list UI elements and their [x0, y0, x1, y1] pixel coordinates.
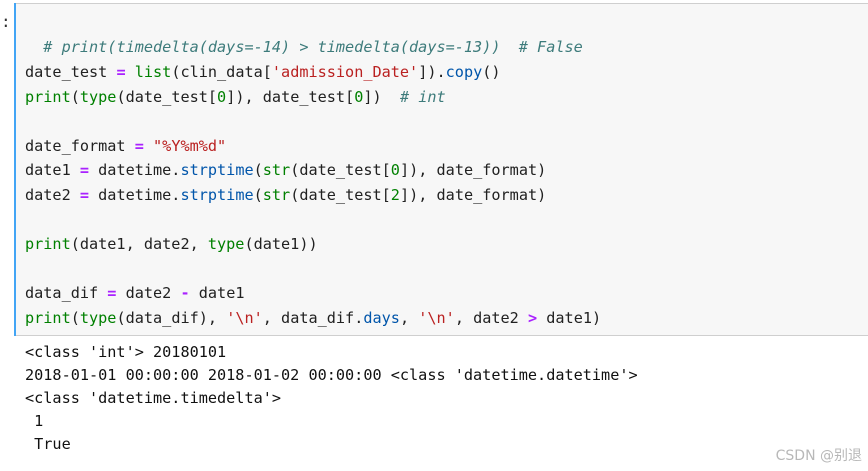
- assign-operator: =: [125, 137, 154, 155]
- greater-than-operator: >: [527, 309, 538, 327]
- string-literal: "%Y%m%d": [153, 137, 227, 155]
- assign-operator: =: [98, 284, 126, 302]
- assign-operator: =: [70, 186, 99, 204]
- code-text: (data_dif),: [116, 309, 227, 327]
- watermark: CSDN @别退: [775, 448, 862, 464]
- output-line: <class 'datetime.timedelta'>: [25, 389, 282, 407]
- cell-output: <class 'int'> 20180101 2018-01-01 00:00:…: [25, 341, 638, 456]
- builtin-str: str: [262, 161, 291, 179]
- code-text: ]).: [418, 63, 446, 81]
- code-text: ]), date_test[: [226, 88, 355, 106]
- method-strptime: strptime: [180, 161, 254, 179]
- string-literal: 'admission_Date': [271, 63, 419, 81]
- builtin-print: print: [25, 309, 71, 327]
- number-literal: 2: [390, 186, 400, 204]
- code-text: (): [482, 63, 501, 81]
- code-text: (date1)): [244, 235, 318, 253]
- builtin-str: str: [262, 186, 291, 204]
- code-line-7: date1 = datetime.strptime(str(date_test[…: [25, 158, 546, 182]
- builtin-type: type: [207, 235, 245, 253]
- builtin-list: list: [134, 63, 172, 81]
- code-text: (date_test[: [290, 161, 391, 179]
- code-text: date1): [537, 309, 602, 327]
- code-line-12: data_dif = date2 - date1: [25, 281, 245, 305]
- code-text: datetime.: [98, 161, 181, 179]
- variable: date_test: [25, 63, 108, 81]
- code-text: (clin_data[: [171, 63, 272, 81]
- code-line-8: date2 = datetime.strptime(str(date_test[…: [25, 183, 546, 207]
- output-line: 2018-01-01 00:00:00 2018-01-02 00:00:00 …: [25, 366, 638, 384]
- code-line-10: print(date1, date2, type(date1)): [25, 232, 318, 256]
- code-line-1: # print(timedelta(days=-14) > timedelta(…: [25, 11, 582, 56]
- string-literal: '\n': [226, 309, 263, 327]
- method-strptime: strptime: [180, 186, 254, 204]
- code-text: , date2: [454, 309, 528, 327]
- cell-prompt: :: [1, 12, 11, 31]
- method-copy: copy: [445, 63, 483, 81]
- code-line-4: print(type(date_test[0]), date_test[0]) …: [25, 85, 446, 109]
- output-line: <class 'int'> 20180101: [25, 343, 227, 361]
- code-text: (: [70, 309, 80, 327]
- string-literal: '\n': [418, 309, 455, 327]
- code-text: ,: [399, 309, 419, 327]
- number-literal: 0: [390, 161, 400, 179]
- builtin-type: type: [79, 309, 117, 327]
- code-line-13: print(type(data_dif), '\n', data_dif.day…: [25, 306, 601, 330]
- code-text: , data_dif.: [262, 309, 364, 327]
- builtin-type: type: [79, 88, 117, 106]
- builtin-print: print: [25, 235, 71, 253]
- code-line-6: date_format = "%Y%m%d": [25, 134, 226, 158]
- assign-operator: =: [70, 161, 99, 179]
- code-text: ]), date_format): [399, 161, 547, 179]
- output-line: 1: [25, 412, 44, 430]
- number-literal: 0: [354, 88, 364, 106]
- minus-operator: -: [180, 284, 190, 302]
- code-text: (date_test[: [116, 88, 218, 106]
- code-line-3: date_test = list(clin_data['admission_Da…: [25, 60, 501, 84]
- comment: # print(timedelta(days=-14) > timedelta(…: [43, 38, 583, 56]
- comment: # int: [399, 88, 446, 106]
- code-text: (date1, date2,: [70, 235, 208, 253]
- variable: date_format: [25, 137, 126, 155]
- variable: date1: [25, 161, 71, 179]
- number-literal: 0: [217, 88, 227, 106]
- code-text: ]): [363, 88, 400, 106]
- builtin-print: print: [25, 88, 71, 106]
- code-text: datetime.: [98, 186, 181, 204]
- output-line: True: [25, 435, 71, 453]
- cell-selection-indicator: [14, 3, 16, 336]
- code-text: (: [70, 88, 80, 106]
- assign-operator: =: [107, 63, 135, 81]
- code-text: (date_test[: [290, 186, 391, 204]
- code-text: (: [253, 186, 263, 204]
- code-text: date1: [189, 284, 245, 302]
- attribute-days: days: [363, 309, 400, 327]
- code-text: date2: [125, 284, 181, 302]
- variable: date2: [25, 186, 71, 204]
- code-text: (: [253, 161, 263, 179]
- code-text: ]), date_format): [399, 186, 547, 204]
- variable: data_dif: [25, 284, 99, 302]
